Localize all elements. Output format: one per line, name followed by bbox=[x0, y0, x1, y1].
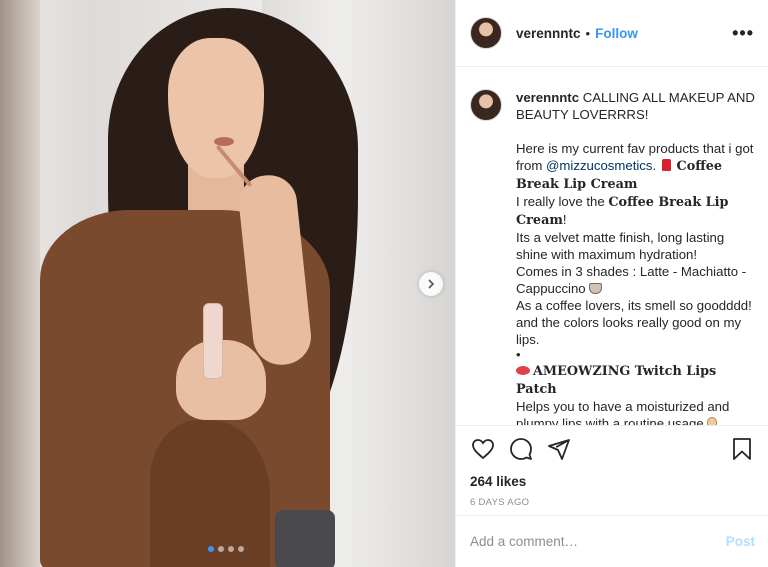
caption-paragraph: I really love the Coffee Break Lip Cream… bbox=[516, 194, 729, 228]
coffee-emoji-icon bbox=[589, 283, 603, 294]
caption-paragraph: Comes in 3 shades : Latte - Machiatto - … bbox=[516, 264, 747, 296]
more-icon[interactable]: ••• bbox=[732, 23, 754, 44]
carousel-dot-active bbox=[208, 546, 214, 552]
caption-paragraph: Its a velvet matte finish, long lasting … bbox=[516, 230, 725, 262]
carousel-indicator bbox=[208, 546, 244, 552]
caption-paragraph: As a coffee lovers, its smell so goodddd… bbox=[516, 298, 752, 347]
action-icons bbox=[470, 436, 755, 462]
lip-cream-tube bbox=[203, 303, 223, 379]
bookmark-icon bbox=[733, 438, 751, 460]
post-side-panel: verennntc • Follow ••• verennntc CALLING… bbox=[455, 0, 768, 567]
header-username[interactable]: verennntc bbox=[516, 26, 581, 41]
caption-username[interactable]: verennntc bbox=[516, 90, 579, 105]
like-button[interactable] bbox=[470, 436, 496, 462]
post-photo[interactable] bbox=[0, 0, 455, 567]
caption-paragraph: Helps you to have a moisturized and plum… bbox=[516, 398, 755, 425]
lipstick-emoji-icon bbox=[661, 159, 671, 171]
follow-button[interactable]: Follow bbox=[595, 26, 638, 41]
post-comment-button[interactable]: Post bbox=[726, 534, 755, 549]
comment-box: Post bbox=[456, 515, 768, 567]
comment-button[interactable] bbox=[508, 436, 534, 462]
caption-section: verennntc CALLING ALL MAKEUP AND BEAUTY … bbox=[456, 68, 768, 425]
product-name: AMEOWZING Twitch Lips Patch bbox=[516, 364, 717, 397]
post-timestamp[interactable]: 6 DAYS AGO bbox=[470, 497, 755, 508]
lips-emoji-icon bbox=[516, 366, 530, 375]
likes-count[interactable]: 264 likes bbox=[470, 474, 755, 489]
mirror-edge bbox=[0, 0, 40, 567]
top-knot bbox=[150, 420, 270, 567]
next-slide-button[interactable] bbox=[419, 272, 443, 296]
share-button[interactable] bbox=[546, 436, 572, 462]
caption-paragraph: Here is my current fav products that i g… bbox=[516, 141, 754, 192]
pants bbox=[275, 510, 335, 567]
chevron-right-icon bbox=[428, 279, 435, 289]
carousel-dot bbox=[238, 546, 244, 552]
carousel-dot bbox=[218, 546, 224, 552]
save-button[interactable] bbox=[729, 436, 755, 462]
heart-icon bbox=[472, 439, 494, 460]
post-header: verennntc • Follow ••• bbox=[456, 0, 768, 67]
caption-bullet: • bbox=[516, 347, 521, 362]
header-separator: • bbox=[585, 25, 591, 41]
caption-text: verennntc CALLING ALL MAKEUP AND BEAUTY … bbox=[516, 89, 755, 425]
caption-avatar[interactable] bbox=[470, 89, 502, 121]
carousel-dot bbox=[228, 546, 234, 552]
ok-hand-emoji-icon bbox=[707, 417, 718, 425]
avatar[interactable] bbox=[470, 17, 502, 49]
comment-icon bbox=[510, 438, 532, 460]
mention-link[interactable]: @mizzucosmetics. bbox=[546, 158, 656, 173]
share-icon bbox=[548, 439, 570, 460]
caption-paragraph: AMEOWZING Twitch Lips Patch bbox=[516, 362, 755, 398]
comment-input[interactable] bbox=[470, 534, 726, 549]
